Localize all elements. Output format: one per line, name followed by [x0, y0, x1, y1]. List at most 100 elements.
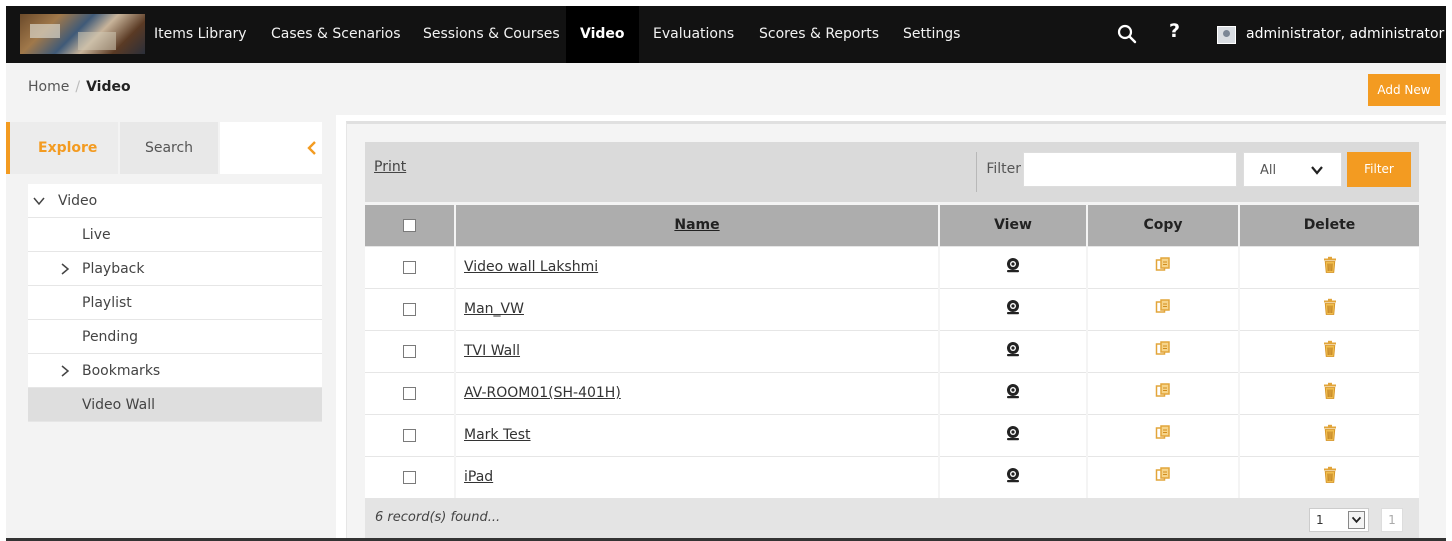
row-checkbox[interactable]	[403, 260, 416, 274]
row-copy-cell	[1086, 245, 1239, 288]
row-name-cell: TVI Wall	[454, 329, 939, 372]
copy-icon[interactable]	[1154, 340, 1172, 362]
record-count: 6 record(s) found...	[375, 510, 501, 525]
row-name-cell: iPad	[454, 455, 939, 498]
row-select-cell	[365, 329, 455, 372]
row-copy-cell	[1086, 371, 1239, 414]
chevron-right-icon[interactable]	[58, 364, 72, 378]
trash-icon[interactable]	[1322, 256, 1338, 278]
copy-icon[interactable]	[1154, 424, 1172, 446]
trash-icon[interactable]	[1322, 424, 1338, 446]
nav-sessions-courses[interactable]: Sessions & Courses	[423, 6, 560, 63]
row-delete-cell	[1238, 245, 1419, 288]
row-checkbox[interactable]	[403, 428, 416, 442]
row-checkbox[interactable]	[403, 470, 416, 484]
copy-column-header: Copy	[1086, 205, 1239, 246]
row-delete-cell	[1238, 371, 1419, 414]
row-copy-cell	[1086, 413, 1239, 456]
table-toolbar: Print Filter All Filter	[365, 142, 1419, 202]
row-select-cell	[365, 287, 455, 330]
nav-scores-reports[interactable]: Scores & Reports	[759, 6, 879, 63]
copy-icon[interactable]	[1154, 382, 1172, 404]
sidebar: Explore Search Video Live Playback Playl…	[6, 115, 336, 541]
table-header-row: Name View Copy Delete	[365, 205, 1419, 246]
collapse-chevron-left-icon[interactable]	[306, 140, 318, 156]
tree-item-live[interactable]: Live	[28, 218, 322, 252]
row-name-cell: Mark Test	[454, 413, 939, 456]
trash-icon[interactable]	[1322, 382, 1338, 404]
table-row: iPad	[365, 455, 1419, 498]
page-number[interactable]: 1	[1381, 508, 1403, 532]
tree-item-label: Video Wall	[82, 397, 155, 413]
tree-item-label: Bookmarks	[82, 363, 161, 379]
row-name-link[interactable]: Mark Test	[464, 427, 531, 443]
chevron-down-icon[interactable]	[32, 194, 46, 208]
row-name-cell: AV-ROOM01(SH-401H)	[454, 371, 939, 414]
tree-item-playlist[interactable]: Playlist	[28, 286, 322, 320]
select-all-header	[365, 205, 455, 246]
nav-cases-scenarios[interactable]: Cases & Scenarios	[271, 6, 401, 63]
filter-button[interactable]: Filter	[1347, 152, 1411, 187]
filter-select[interactable]: All	[1243, 152, 1342, 187]
row-view-cell	[938, 329, 1087, 372]
table-row: TVI Wall	[365, 329, 1419, 372]
filter-select-value: All	[1260, 163, 1277, 178]
view-column-header: View	[938, 205, 1087, 246]
tree-item-pending[interactable]: Pending	[28, 320, 322, 354]
row-checkbox[interactable]	[403, 386, 416, 400]
select-all-checkbox[interactable]	[403, 218, 416, 232]
row-view-cell	[938, 413, 1087, 456]
row-checkbox[interactable]	[403, 344, 416, 358]
tree-item-video[interactable]: Video	[28, 184, 322, 218]
top-navigation: Items Library Cases & Scenarios Sessions…	[0, 0, 1452, 64]
main-panel: Print Filter All Filter Name View Copy D…	[346, 121, 1446, 541]
nav-bar: Items Library Cases & Scenarios Sessions…	[6, 6, 1446, 63]
print-link[interactable]: Print	[374, 159, 406, 175]
row-checkbox[interactable]	[403, 302, 416, 316]
nav-evaluations[interactable]: Evaluations	[653, 6, 734, 63]
user-name[interactable]: administrator, administrator	[1246, 6, 1444, 63]
row-view-cell	[938, 245, 1087, 288]
nav-items-library[interactable]: Items Library	[154, 6, 247, 63]
copy-icon[interactable]	[1154, 298, 1172, 320]
row-copy-cell	[1086, 455, 1239, 498]
copy-icon[interactable]	[1154, 256, 1172, 278]
filter-label: Filter	[986, 161, 1021, 177]
view-camera-icon[interactable]	[1004, 424, 1022, 446]
name-column-header[interactable]: Name	[454, 205, 939, 246]
view-camera-icon[interactable]	[1004, 382, 1022, 404]
table-row: Man_VW	[365, 287, 1419, 330]
tree-item-playback[interactable]: Playback	[28, 252, 322, 286]
row-select-cell	[365, 455, 455, 498]
tab-explore[interactable]: Explore	[6, 122, 118, 174]
view-camera-icon[interactable]	[1004, 298, 1022, 320]
breadcrumb-home[interactable]: Home	[28, 79, 69, 95]
copy-icon[interactable]	[1154, 466, 1172, 488]
help-icon[interactable]: ?	[1169, 20, 1180, 42]
add-new-button[interactable]: Add New	[1368, 74, 1440, 106]
tree-item-video-wall[interactable]: Video Wall	[28, 388, 322, 422]
trash-icon[interactable]	[1322, 340, 1338, 362]
chevron-right-icon[interactable]	[58, 262, 72, 276]
view-camera-icon[interactable]	[1004, 340, 1022, 362]
trash-icon[interactable]	[1322, 298, 1338, 320]
row-name-link[interactable]: TVI Wall	[464, 343, 520, 359]
tree-item-bookmarks[interactable]: Bookmarks	[28, 354, 322, 388]
search-icon[interactable]	[1116, 23, 1138, 45]
row-delete-cell	[1238, 287, 1419, 330]
nav-settings[interactable]: Settings	[903, 6, 960, 63]
view-camera-icon[interactable]	[1004, 256, 1022, 278]
view-camera-icon[interactable]	[1004, 466, 1022, 488]
tab-search[interactable]: Search	[120, 122, 218, 174]
filter-input[interactable]	[1023, 152, 1237, 187]
trash-icon[interactable]	[1322, 466, 1338, 488]
nav-video[interactable]: Video	[566, 6, 639, 63]
row-name-link[interactable]: Man_VW	[464, 301, 524, 317]
row-name-link[interactable]: iPad	[464, 469, 493, 485]
tree-item-label: Pending	[82, 329, 138, 345]
avatar[interactable]	[1217, 26, 1236, 44]
page-select[interactable]: 1	[1309, 508, 1369, 532]
row-name-link[interactable]: Video wall Lakshmi	[464, 259, 598, 275]
app-logo[interactable]	[20, 14, 145, 54]
row-name-link[interactable]: AV-ROOM01(SH-401H)	[464, 385, 621, 401]
